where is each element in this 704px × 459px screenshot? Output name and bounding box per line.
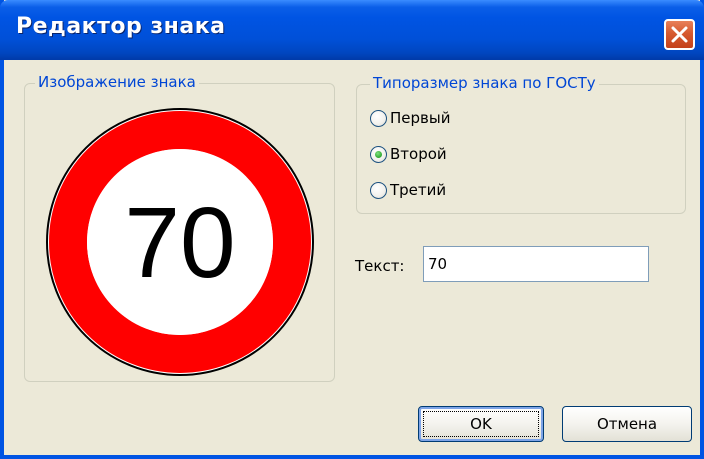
sign-text-input[interactable] xyxy=(423,246,649,282)
title-bar[interactable]: Редактор знака xyxy=(0,0,704,60)
radio-third-label: Третий xyxy=(390,181,447,199)
radio-third-indicator[interactable] xyxy=(370,181,387,199)
close-icon xyxy=(671,26,688,43)
radio-first-label: Первый xyxy=(390,109,451,127)
close-button[interactable] xyxy=(664,19,695,50)
sign-preview-legend: Изображение знака xyxy=(35,73,199,91)
ok-button-focus xyxy=(423,411,539,437)
ok-button[interactable]: OK xyxy=(418,406,544,442)
radio-second-indicator[interactable] xyxy=(370,145,387,163)
speed-limit-sign: 70 xyxy=(46,108,314,376)
sign-number: 70 xyxy=(124,187,235,299)
radio-first-indicator[interactable] xyxy=(370,109,387,127)
radio-second[interactable]: Второй xyxy=(370,143,447,165)
text-field-label: Текст: xyxy=(355,257,405,275)
radio-second-label: Второй xyxy=(390,145,447,163)
radio-first[interactable]: Первый xyxy=(370,107,450,129)
radio-third[interactable]: Третий xyxy=(370,179,446,201)
cancel-button-label: Отмена xyxy=(596,415,658,433)
window-title: Редактор знака xyxy=(16,14,226,39)
size-group-legend: Типоразмер знака по ГОСТу xyxy=(370,74,599,92)
cancel-button[interactable]: Отмена xyxy=(562,406,692,442)
